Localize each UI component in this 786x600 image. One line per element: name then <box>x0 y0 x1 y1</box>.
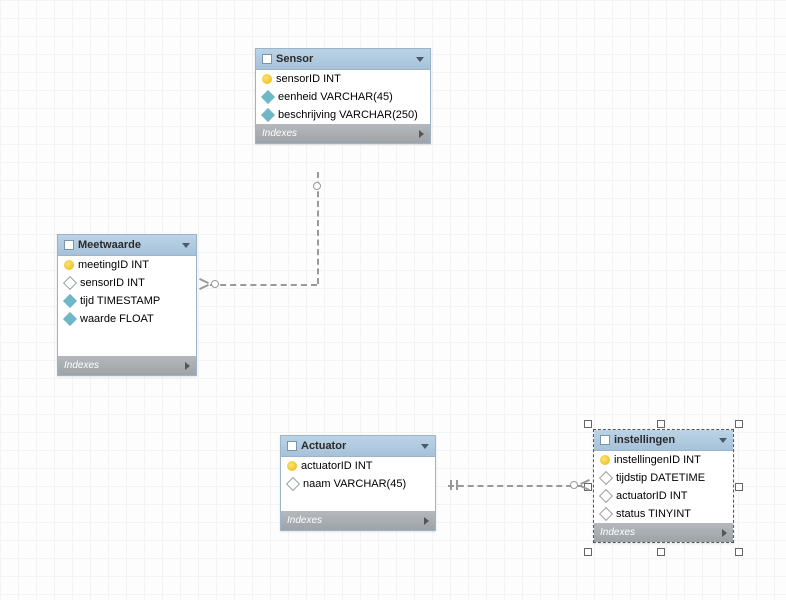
entity-footer-instellingen[interactable]: Indexes <box>594 523 733 542</box>
entity-columns-meetwaarde: meetingID INT sensorID INT tijd TIMESTAM… <box>58 256 196 356</box>
entity-footer-meetwaarde[interactable]: Indexes <box>58 356 196 375</box>
table-icon <box>262 54 272 64</box>
column-text: naam VARCHAR(45) <box>303 478 406 490</box>
resize-handle[interactable] <box>735 420 743 428</box>
column-row[interactable]: tijdstip DATETIME <box>594 469 733 487</box>
column-text: meetingID INT <box>78 259 149 271</box>
arrow-right-icon <box>424 517 429 525</box>
entity-columns-sensor: sensorID INT eenheid VARCHAR(45) beschri… <box>256 70 430 124</box>
column-text: instellingenID INT <box>614 454 701 466</box>
column-text: status TINYINT <box>616 508 691 520</box>
entity-title: Actuator <box>301 440 417 452</box>
table-icon <box>600 435 610 445</box>
key-icon <box>64 260 74 270</box>
column-text: beschrijving VARCHAR(250) <box>278 109 418 121</box>
entity-footer-sensor[interactable]: Indexes <box>256 124 430 143</box>
column-text: tijdstip DATETIME <box>616 472 705 484</box>
entity-header-sensor[interactable]: Sensor <box>256 49 430 70</box>
cardinality-many-icon <box>199 279 209 289</box>
column-row[interactable]: actuatorID INT <box>281 457 435 475</box>
arrow-right-icon <box>185 362 190 370</box>
cardinality-zero-icon <box>313 182 321 190</box>
column-row[interactable]: waarde FLOAT <box>58 310 196 328</box>
diamond-outline-icon <box>286 477 300 491</box>
diamond-outline-icon <box>599 471 613 485</box>
cardinality-one-icon <box>450 480 452 490</box>
resize-handle[interactable] <box>735 548 743 556</box>
resize-handle[interactable] <box>735 483 743 491</box>
diamond-outline-icon <box>63 276 77 290</box>
entity-header-instellingen[interactable]: instellingen <box>594 430 733 451</box>
entity-title: Sensor <box>276 53 412 65</box>
resize-handle[interactable] <box>584 548 592 556</box>
entity-footer-actuator[interactable]: Indexes <box>281 511 435 530</box>
chevron-down-icon[interactable] <box>416 57 424 62</box>
column-text: eenheid VARCHAR(45) <box>278 91 393 103</box>
footer-label: Indexes <box>600 527 635 538</box>
column-row[interactable]: sensorID INT <box>58 274 196 292</box>
diamond-icon <box>63 294 77 308</box>
footer-label: Indexes <box>287 515 322 526</box>
diamond-icon <box>261 90 275 104</box>
cardinality-many-icon <box>580 480 590 490</box>
column-row[interactable]: eenheid VARCHAR(45) <box>256 88 430 106</box>
column-row[interactable]: beschrijving VARCHAR(250) <box>256 106 430 124</box>
entity-columns-instellingen: instellingenID INT tijdstip DATETIME act… <box>594 451 733 523</box>
entity-meetwaarde[interactable]: Meetwaarde meetingID INT sensorID INT ti… <box>57 234 197 376</box>
entity-instellingen[interactable]: instellingen instellingenID INT tijdstip… <box>593 429 734 543</box>
column-text: actuatorID INT <box>616 490 688 502</box>
chevron-down-icon[interactable] <box>421 444 429 449</box>
entity-header-meetwaarde[interactable]: Meetwaarde <box>58 235 196 256</box>
key-icon <box>262 74 272 84</box>
entity-title: instellingen <box>614 434 715 446</box>
connector-meetwaarde-sensor[interactable] <box>210 284 317 286</box>
column-row[interactable]: instellingenID INT <box>594 451 733 469</box>
entity-actuator[interactable]: Actuator actuatorID INT naam VARCHAR(45)… <box>280 435 436 531</box>
chevron-down-icon[interactable] <box>182 243 190 248</box>
key-icon <box>600 455 610 465</box>
column-text: waarde FLOAT <box>80 313 154 325</box>
entity-header-actuator[interactable]: Actuator <box>281 436 435 457</box>
entity-columns-actuator: actuatorID INT naam VARCHAR(45) <box>281 457 435 511</box>
key-icon <box>287 461 297 471</box>
column-row[interactable]: sensorID INT <box>256 70 430 88</box>
column-text: tijd TIMESTAMP <box>80 295 160 307</box>
diamond-icon <box>63 312 77 326</box>
entity-sensor[interactable]: Sensor sensorID INT eenheid VARCHAR(45) … <box>255 48 431 144</box>
column-row[interactable]: meetingID INT <box>58 256 196 274</box>
connector-actuator-instellingen[interactable] <box>448 485 582 487</box>
column-row[interactable]: tijd TIMESTAMP <box>58 292 196 310</box>
arrow-right-icon <box>419 130 424 138</box>
entity-title: Meetwaarde <box>78 239 178 251</box>
arrow-right-icon <box>722 529 727 537</box>
resize-handle[interactable] <box>657 548 665 556</box>
footer-label: Indexes <box>262 128 297 139</box>
chevron-down-icon[interactable] <box>719 438 727 443</box>
diamond-icon <box>261 108 275 122</box>
table-icon <box>64 240 74 250</box>
column-row[interactable]: status TINYINT <box>594 505 733 523</box>
resize-handle[interactable] <box>584 420 592 428</box>
diamond-outline-icon <box>599 507 613 521</box>
diamond-outline-icon <box>599 489 613 503</box>
cardinality-one-icon <box>456 480 458 490</box>
cardinality-zero-icon <box>570 481 578 489</box>
column-text: actuatorID INT <box>301 460 373 472</box>
table-icon <box>287 441 297 451</box>
footer-label: Indexes <box>64 360 99 371</box>
resize-handle[interactable] <box>657 420 665 428</box>
cardinality-zero-icon <box>211 280 219 288</box>
column-row[interactable]: actuatorID INT <box>594 487 733 505</box>
column-row[interactable]: naam VARCHAR(45) <box>281 475 435 493</box>
column-text: sensorID INT <box>276 73 341 85</box>
column-text: sensorID INT <box>80 277 145 289</box>
